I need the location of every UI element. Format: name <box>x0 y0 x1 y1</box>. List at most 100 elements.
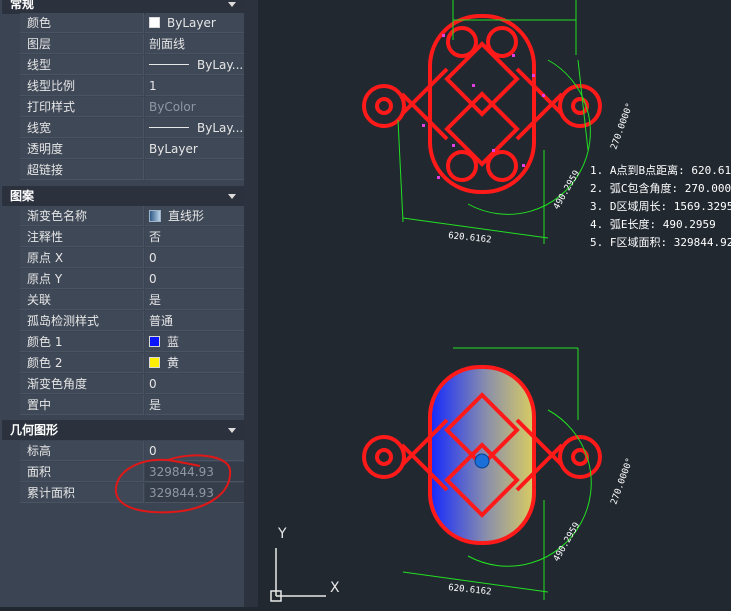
property-value[interactable]: ByColor <box>145 97 244 117</box>
section-title: 几何图形 <box>10 423 59 437</box>
property-label: 颜色 <box>20 13 144 33</box>
property-row[interactable]: 线型 ByLay... <box>20 55 244 75</box>
dim-horizontal-top: 620.6162 <box>448 231 492 245</box>
property-value-text: 普通 <box>149 314 174 328</box>
property-label: 超链接 <box>20 160 144 180</box>
property-value[interactable]: 0 <box>145 248 244 268</box>
property-row[interactable]: 超链接 <box>20 160 244 180</box>
property-value-text: 否 <box>149 230 162 244</box>
properties-panel: 常规 颜色 ByLayer 图层 剖面线 线型 ByLay... 线型比例 1 打印样式 ByCo… <box>0 0 258 607</box>
property-row[interactable]: 关联是 <box>20 290 244 310</box>
handwritten-circle-annotation <box>114 454 232 514</box>
property-row[interactable]: 渐变色角度 0 <box>20 374 244 394</box>
drawing-canvas[interactable]: 620.6162 490.2959 270.0000° 620.6162 490… <box>258 0 731 607</box>
section-title: 图案 <box>10 189 35 203</box>
property-row[interactable]: 渐变色名称 直线形 <box>20 206 244 226</box>
property-value[interactable]: 1 <box>145 76 244 96</box>
property-value-text: 直线形 <box>168 209 205 223</box>
note-line: 3. D区域周长: 1569.3295 <box>590 200 731 213</box>
property-label: 注释性 <box>20 227 144 247</box>
property-row[interactable]: 颜色 ByLayer <box>20 13 244 33</box>
property-row[interactable]: 原点 X 0 <box>20 248 244 268</box>
section-header-pattern[interactable]: 图案 <box>2 186 244 206</box>
property-value-text: 0 <box>149 251 157 265</box>
chevron-down-icon[interactable] <box>228 428 236 433</box>
property-value[interactable]: 是 <box>145 290 244 310</box>
knot-gradient[interactable] <box>362 365 602 545</box>
property-value-text: 0 <box>149 377 157 391</box>
property-row[interactable]: 打印样式 ByColor <box>20 97 244 117</box>
property-value[interactable]: 是 <box>145 395 244 415</box>
property-value[interactable]: ByLayer <box>145 139 244 159</box>
property-row[interactable]: 颜色 2 黄 <box>20 353 244 373</box>
section-header-geometry[interactable]: 几何图形 <box>2 420 244 440</box>
property-value-text: 0 <box>149 272 157 286</box>
note-line: 5. F区域面积: 329844.9294 <box>590 236 731 249</box>
property-label: 置中 <box>20 395 144 415</box>
property-value[interactable]: ByLay... <box>145 55 244 75</box>
property-value-text: ByLayer <box>167 16 216 30</box>
property-label: 关联 <box>20 290 144 310</box>
property-label: 颜色 2 <box>20 353 144 373</box>
property-label: 线型比例 <box>20 76 144 96</box>
property-row[interactable]: 图层 剖面线 <box>20 34 244 54</box>
property-value[interactable] <box>145 160 244 180</box>
property-value[interactable]: ByLayer <box>145 13 244 33</box>
linetype-preview-icon <box>149 127 189 128</box>
property-value[interactable]: 0 <box>145 374 244 394</box>
dim-angle-bottom: 270.0000° <box>609 457 635 506</box>
property-value[interactable]: 0 <box>145 269 244 289</box>
chevron-down-icon[interactable] <box>228 194 236 199</box>
property-value-text: 是 <box>149 293 162 307</box>
property-value-text: ByColor <box>149 100 196 114</box>
property-label: 颜色 1 <box>20 332 144 352</box>
chevron-down-icon[interactable] <box>228 2 236 7</box>
dim-horizontal-bottom: 620.6162 <box>448 583 492 597</box>
property-label: 渐变色角度 <box>20 374 144 394</box>
section-header-general[interactable]: 常规 <box>2 0 244 14</box>
property-label: 原点 Y <box>20 269 144 289</box>
property-value-text: ByLayer <box>149 142 198 156</box>
property-value-text: ByLay... <box>197 58 244 72</box>
axis-x-label: X <box>330 580 340 596</box>
dim-arc-length-bottom: 490.2959 <box>552 521 582 564</box>
panel-scroll-strip[interactable] <box>244 0 258 607</box>
color-swatch-icon <box>149 357 160 368</box>
property-value[interactable]: ByLay... <box>145 118 244 138</box>
knot-hatched[interactable] <box>362 14 602 194</box>
ucs-axis-icon <box>270 548 326 602</box>
property-row[interactable]: 置中是 <box>20 395 244 415</box>
property-value-text: 是 <box>149 398 162 412</box>
property-label: 线宽 <box>20 118 144 138</box>
note-line: 2. 弧C包含角度: 270.0000° <box>590 182 731 195</box>
property-label: 渐变色名称 <box>20 206 144 226</box>
property-value[interactable]: 黄 <box>145 353 244 373</box>
property-row[interactable]: 原点 Y 0 <box>20 269 244 289</box>
note-line: 4. 弧E长度: 490.2959 <box>590 218 716 231</box>
section-title: 常规 <box>10 0 35 11</box>
measurement-notes: 1. A点到B点距离: 620.6162 2. 弧C包含角度: 270.0000… <box>590 162 731 252</box>
property-value[interactable]: 普通 <box>145 311 244 331</box>
property-row[interactable]: 透明度 ByLayer <box>20 139 244 159</box>
property-label: 线型 <box>20 55 144 75</box>
axis-y-label: Y <box>278 526 287 542</box>
drawing-svg: 620.6162 490.2959 270.0000° 620.6162 490… <box>270 0 636 602</box>
property-row[interactable]: 孤岛检测样式 普通 <box>20 311 244 331</box>
property-value[interactable]: 剖面线 <box>145 34 244 54</box>
property-value[interactable]: 直线形 <box>145 206 244 226</box>
property-row[interactable]: 注释性否 <box>20 227 244 247</box>
color-swatch-icon <box>149 17 160 28</box>
property-row[interactable]: 颜色 1 蓝 <box>20 332 244 352</box>
property-label: 孤岛检测样式 <box>20 311 144 331</box>
property-value-text: 1 <box>149 79 157 93</box>
property-value-text: 蓝 <box>167 335 180 349</box>
property-label: 打印样式 <box>20 97 144 117</box>
property-row[interactable]: 线型比例 1 <box>20 76 244 96</box>
property-value[interactable]: 否 <box>145 227 244 247</box>
note-line: 1. A点到B点距离: 620.6162 <box>590 164 731 177</box>
property-row[interactable]: 线宽 ByLay... <box>20 118 244 138</box>
color-swatch-icon <box>149 336 160 347</box>
dim-arc-length-top: 490.2959 <box>552 169 582 212</box>
gradient-icon <box>149 210 161 222</box>
property-value[interactable]: 蓝 <box>145 332 244 352</box>
